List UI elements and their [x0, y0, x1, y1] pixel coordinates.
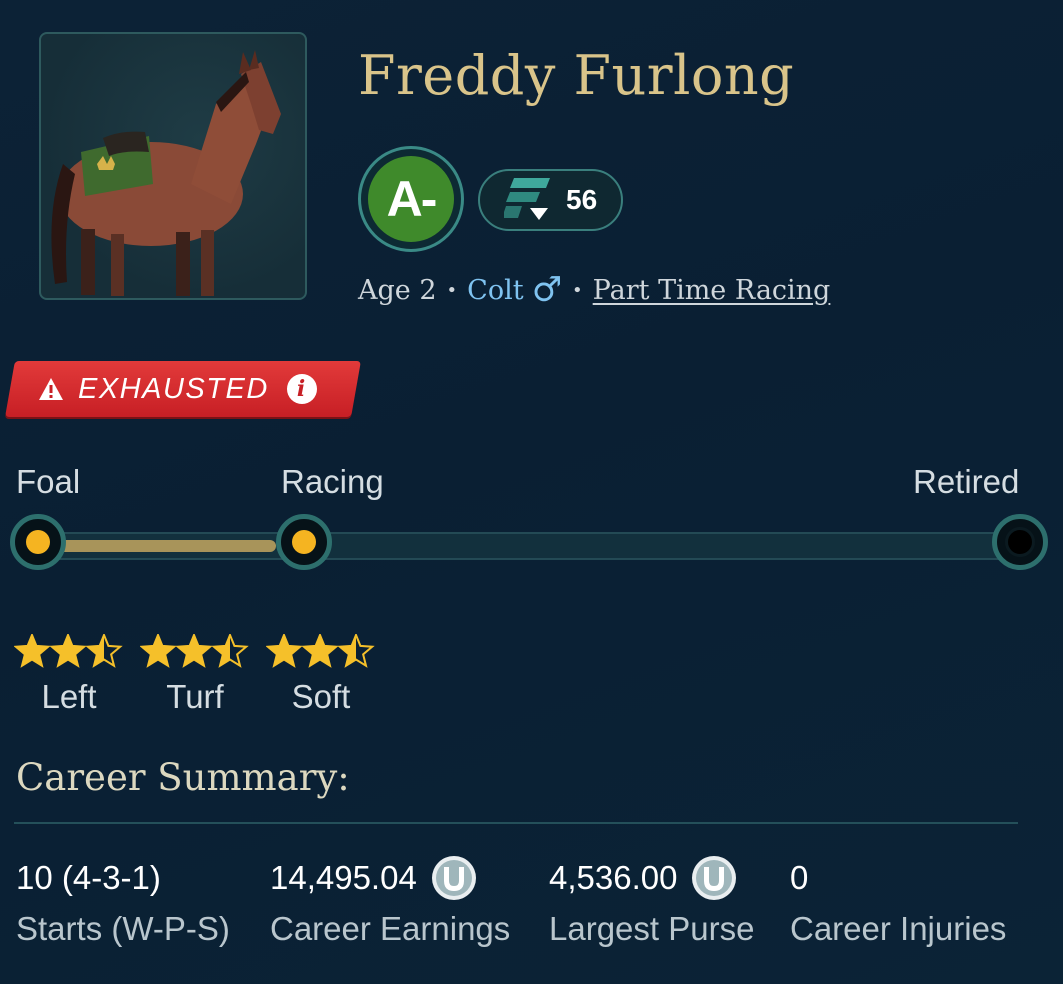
star-rating: [266, 634, 375, 668]
star-fill: [177, 635, 211, 666]
stat-largest-purse: 4,536.00 Largest Purse: [549, 856, 754, 948]
stage-progress-fill: [40, 540, 276, 552]
stat-value: 4,536.00: [549, 859, 678, 896]
horse-name: Freddy Furlong: [358, 44, 795, 107]
stage-node-foal: [10, 514, 66, 570]
racing-mode-link[interactable]: Part Time Racing: [593, 275, 831, 306]
stage-label-retired: Retired: [913, 463, 1020, 500]
horseshoe-coin-icon: [431, 856, 476, 900]
status-badge[interactable]: EXHAUSTED i: [38, 361, 317, 417]
stat-career-earnings: 14,495.04 Career Earnings: [270, 856, 510, 948]
rating-value: 56: [566, 184, 598, 215]
star-fill: [267, 635, 301, 666]
separator-dot: •: [572, 279, 583, 301]
star-fill: [15, 635, 49, 666]
status-badge-label: EXHAUSTED: [78, 372, 269, 405]
star-fill: [303, 635, 337, 666]
preference-label: Left: [41, 678, 97, 715]
horse-meta: Age 2 • Colt ♂ • Part Time Racing: [358, 268, 830, 312]
rating-pill[interactable]: 56: [478, 169, 623, 231]
sex-label: Colt: [467, 274, 524, 306]
horse-image: [51, 50, 281, 296]
preference-left[interactable]: Left: [14, 634, 124, 716]
stat-label: Career Injuries: [790, 910, 1007, 947]
star-fill: [51, 635, 85, 666]
horseshoe-coin-icon: [692, 856, 737, 900]
divider: [14, 822, 1018, 824]
stat-label: Largest Purse: [549, 910, 755, 947]
info-icon[interactable]: i: [286, 374, 317, 404]
stage-node-retired: [992, 514, 1048, 570]
separator-dot: •: [446, 279, 458, 301]
stat-value: 14,495.04: [270, 859, 417, 896]
stat-value: 0: [790, 859, 809, 896]
star-rating: [140, 634, 249, 668]
preference-soft[interactable]: Soft: [266, 634, 376, 716]
warning-icon: [39, 378, 63, 400]
stage-node-racing: [276, 514, 332, 570]
preference-turf[interactable]: Turf: [140, 634, 250, 716]
grade-badge[interactable]: A-: [358, 146, 464, 252]
stage-label-foal: Foal: [16, 463, 81, 500]
stat-value: 10 (4-3-1): [16, 859, 161, 896]
star-rating: [14, 634, 123, 668]
stat-label: Career Earnings: [270, 910, 511, 947]
male-icon: ♂: [531, 270, 563, 310]
age-label: Age 2: [358, 274, 437, 306]
career-summary-title: Career Summary:: [16, 756, 350, 799]
grade-value: A-: [368, 156, 454, 242]
form-rating-icon: [504, 178, 550, 220]
preference-label: Soft: [291, 678, 351, 715]
stage-label-racing: Racing: [281, 463, 384, 500]
stat-career-injuries: 0 Career Injuries: [790, 856, 1006, 948]
horse-portrait[interactable]: [39, 32, 307, 300]
stat-starts: 10 (4-3-1) Starts (W-P-S): [16, 856, 230, 948]
star-fill: [141, 635, 175, 666]
preference-label: Turf: [166, 678, 224, 715]
stat-label: Starts (W-P-S): [16, 910, 230, 947]
